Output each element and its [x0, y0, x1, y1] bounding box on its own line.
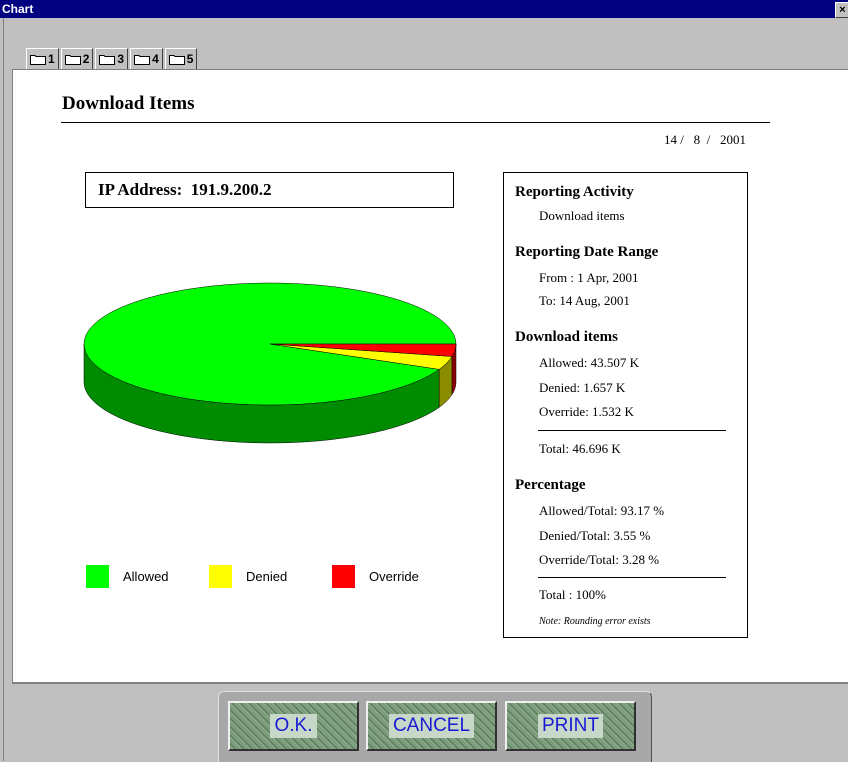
activity-value: Download items	[539, 208, 625, 223]
legend-swatch-allowed	[86, 565, 109, 588]
override-percentage: Override/Total: 3.28 %	[539, 552, 660, 567]
pie-chart	[83, 282, 457, 444]
folder-icon	[99, 54, 116, 65]
denied-percentage: Denied/Total: 3.55 %	[539, 528, 651, 543]
cancel-button-label: CANCEL	[388, 714, 475, 738]
override-count: Override: 1.532 K	[539, 404, 634, 419]
report-heading: Download Items	[62, 93, 195, 114]
button-bar: O.K. CANCEL PRINT	[218, 691, 652, 762]
tab-label: 3	[117, 52, 125, 66]
percentage-divider	[538, 577, 726, 578]
counts-divider	[538, 430, 726, 431]
tab-3[interactable]: 3	[95, 48, 129, 69]
download-heading: Download items	[515, 329, 618, 345]
ok-button-label: O.K.	[270, 714, 317, 738]
folder-icon	[64, 54, 81, 65]
tab-label: 5	[186, 52, 194, 66]
legend-label: Allowed	[123, 569, 169, 584]
legend-item-override: Override	[332, 565, 419, 588]
tab-4[interactable]: 4	[130, 48, 163, 69]
legend-label: Denied	[246, 569, 288, 584]
window-title: Chart	[2, 2, 34, 16]
legend-item-allowed: Allowed	[86, 565, 169, 588]
report-date: 14 / 8 / 2001	[664, 132, 746, 147]
folder-icon	[134, 54, 151, 65]
tab-5[interactable]: 5	[164, 48, 198, 69]
ip-address: IP Address: 191.9.200.2	[98, 180, 272, 199]
allowed-percentage: Allowed/Total: 93.17 %	[539, 503, 665, 518]
tab-label: 4	[152, 52, 159, 66]
window-frame	[0, 18, 4, 761]
denied-count: Denied: 1.657 K	[539, 380, 626, 395]
print-button[interactable]: PRINT	[505, 701, 636, 751]
tab-1[interactable]: 1	[26, 48, 59, 69]
tab-label: 2	[82, 52, 90, 66]
legend-swatch-override	[332, 565, 355, 588]
tab-strip: 1 2 3 4 5	[26, 48, 199, 69]
date-from: From : 1 Apr, 2001	[539, 270, 639, 285]
legend-item-denied: Denied	[209, 565, 287, 588]
date-to: To: 14 Aug, 2001	[539, 293, 630, 308]
percentage-heading: Percentage	[515, 477, 586, 493]
folder-icon	[30, 54, 46, 65]
legend-swatch-denied	[209, 565, 232, 588]
ip-address-box: IP Address: 191.9.200.2	[85, 172, 454, 208]
folder-icon	[168, 54, 185, 65]
tab-2[interactable]: 2	[60, 48, 94, 69]
rounding-note: Note: Rounding error exists	[539, 616, 651, 627]
tab-label: 1	[48, 52, 55, 66]
cancel-button[interactable]: CANCEL	[366, 701, 497, 751]
total-percentage: Total : 100%	[539, 587, 606, 602]
total-count: Total: 46.696 K	[539, 441, 621, 456]
date-range-heading: Reporting Date Range	[515, 244, 659, 260]
heading-divider	[61, 122, 770, 123]
allowed-count: Allowed: 43.507 K	[539, 355, 640, 370]
print-button-label: PRINT	[538, 714, 603, 738]
close-button[interactable]: ×	[835, 2, 848, 18]
ok-button[interactable]: O.K.	[228, 701, 359, 751]
summary-panel: Reporting Activity Download items Report…	[503, 172, 748, 638]
activity-heading: Reporting Activity	[515, 184, 634, 200]
title-bar: Chart ×	[0, 0, 848, 18]
legend-label: Override	[369, 569, 419, 584]
